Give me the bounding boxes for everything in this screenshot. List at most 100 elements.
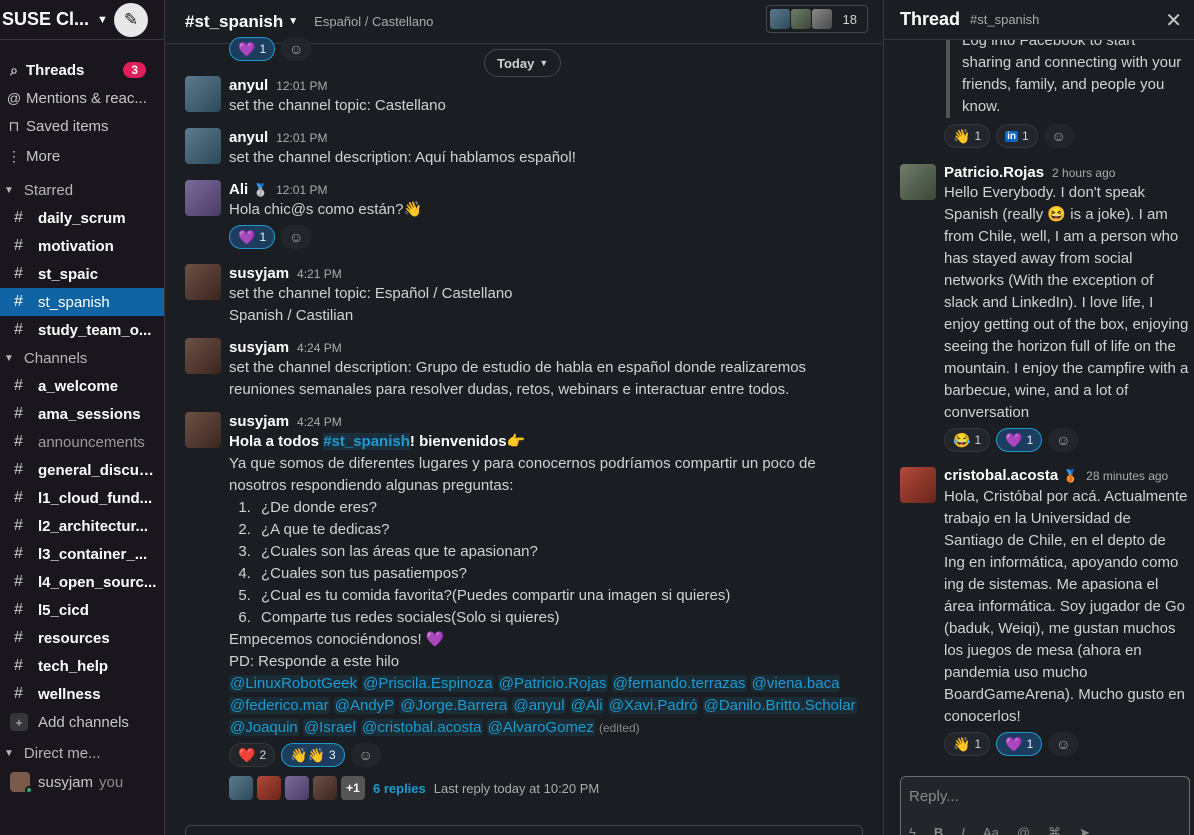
user-name[interactable]: anyul: [229, 77, 268, 94]
close-icon[interactable]: ✕: [1165, 8, 1182, 33]
user-name[interactable]: Ali: [229, 181, 248, 198]
reaction-heart[interactable]: 💜 1: [229, 37, 276, 61]
reply-composer[interactable]: ϟ B I Aa @ ⌘ ➤: [900, 776, 1190, 835]
dm-susyjam[interactable]: susyjam you: [0, 768, 164, 796]
chevron-down-icon[interactable]: ▼: [288, 16, 298, 27]
user-mention[interactable]: @cristobal.acosta: [361, 719, 483, 736]
thread-channel[interactable]: #st_spanish: [970, 12, 1039, 27]
send-icon[interactable]: ➤: [1079, 825, 1090, 835]
timestamp[interactable]: 4:24 PM: [297, 415, 342, 429]
caret-down-icon[interactable]: ▼: [4, 353, 14, 364]
reaction-heart[interactable]: ❤️ 2: [229, 743, 276, 767]
caret-down-icon[interactable]: ▼: [4, 185, 14, 196]
add-reaction-icon[interactable]: ☺: [281, 225, 312, 249]
channel-general-discussion[interactable]: # general_discus...: [0, 456, 164, 484]
italic-icon[interactable]: I: [961, 825, 965, 835]
avatar[interactable]: [185, 412, 221, 448]
channel-tech-help[interactable]: # tech_help: [0, 652, 164, 680]
add-reaction-icon[interactable]: ☺: [350, 743, 381, 767]
reaction-wave[interactable]: 👋👋 3: [281, 743, 345, 767]
chevron-down-icon[interactable]: ▼: [97, 14, 108, 26]
avatar[interactable]: [185, 264, 221, 300]
user-mention[interactable]: @LinuxRobotGeek: [229, 675, 358, 692]
channel-l3-container[interactable]: # l3_container_...: [0, 540, 164, 568]
avatar[interactable]: [185, 180, 221, 216]
user-mention[interactable]: @anyul: [512, 697, 566, 714]
user-mention[interactable]: @AlvaroGomez: [486, 719, 595, 736]
channel-study-team[interactable]: # study_team_o...: [0, 316, 164, 344]
avatar[interactable]: [185, 128, 221, 164]
user-mention[interactable]: @Priscila.Espinoza: [362, 675, 494, 692]
user-name[interactable]: susyjam: [229, 265, 289, 282]
channel-l2-architecture[interactable]: # l2_architectur...: [0, 512, 164, 540]
user-mention[interactable]: @Xavi.Padró: [607, 697, 699, 714]
reaction-wave[interactable]: 👋 1: [944, 732, 991, 756]
timestamp[interactable]: 4:21 PM: [297, 267, 342, 281]
date-divider[interactable]: Today ▼: [484, 49, 562, 77]
message-composer[interactable]: [185, 825, 863, 835]
avatar[interactable]: [900, 467, 936, 503]
timestamp[interactable]: 12:01 PM: [276, 183, 327, 197]
user-mention[interactable]: @viena.baca: [750, 675, 841, 692]
channel-resources[interactable]: # resources: [0, 624, 164, 652]
avatar[interactable]: [185, 338, 221, 374]
members-button[interactable]: 18: [765, 5, 868, 33]
user-name[interactable]: Patricio.Rojas: [944, 164, 1044, 181]
channels-section[interactable]: ▼ Channels: [0, 344, 164, 372]
nav-mentions[interactable]: @ Mentions & reac...: [0, 84, 164, 112]
user-mention[interactable]: @Patricio.Rojas: [497, 675, 608, 692]
nav-saved[interactable]: ⊓ Saved items: [0, 112, 164, 140]
compose-icon[interactable]: ✎: [114, 3, 148, 37]
channel-motivation[interactable]: # motivation: [0, 232, 164, 260]
user-name[interactable]: cristobal.acosta: [944, 467, 1058, 484]
channel-st-spaic[interactable]: # st_spaic: [0, 260, 164, 288]
reaction-heart[interactable]: 💜 1: [229, 225, 276, 249]
channel-daily-scrum[interactable]: # daily_scrum: [0, 204, 164, 232]
timestamp[interactable]: 28 minutes ago: [1086, 469, 1168, 483]
channel-topic[interactable]: Español / Castellano: [314, 14, 433, 29]
add-reaction-icon[interactable]: ☺: [1048, 732, 1079, 756]
add-channels-button[interactable]: + Add channels: [0, 708, 164, 736]
user-name[interactable]: susyjam: [229, 339, 289, 356]
timestamp[interactable]: 12:01 PM: [276, 79, 327, 93]
reaction-heart[interactable]: 💜 1: [996, 428, 1043, 452]
add-reaction-icon[interactable]: ☺: [1048, 428, 1079, 452]
reaction-heart[interactable]: 💜 1: [996, 732, 1043, 756]
add-reaction-icon[interactable]: ☺: [1043, 124, 1074, 148]
lightning-icon[interactable]: ϟ: [909, 825, 916, 835]
starred-section[interactable]: ▼ Starred: [0, 176, 164, 204]
channel-l4-open-source[interactable]: # l4_open_sourc...: [0, 568, 164, 596]
channel-link[interactable]: #st_spanish: [323, 433, 410, 450]
user-name[interactable]: susyjam: [229, 413, 289, 430]
channel-st-spanish[interactable]: # st_spanish: [0, 288, 164, 316]
reaction-linkedin[interactable]: in 1: [996, 124, 1038, 148]
channel-ama-sessions[interactable]: # ama_sessions: [0, 400, 164, 428]
workspace-name[interactable]: SUSE Cl...: [2, 9, 89, 30]
user-mention[interactable]: @Jorge.Barrera: [399, 697, 509, 714]
user-mention[interactable]: @fernando.terrazas: [611, 675, 747, 692]
nav-more[interactable]: ⋮ More: [0, 140, 164, 172]
nav-threads[interactable]: ⌕ Threads 3: [0, 56, 164, 84]
format-icon[interactable]: Aa: [983, 825, 999, 835]
timestamp[interactable]: 2 hours ago: [1052, 166, 1115, 180]
at-icon[interactable]: @: [1017, 825, 1030, 835]
timestamp[interactable]: 12:01 PM: [276, 131, 327, 145]
channel-l1-cloud[interactable]: # l1_cloud_fund...: [0, 484, 164, 512]
timestamp[interactable]: 4:24 PM: [297, 341, 342, 355]
avatar[interactable]: [900, 164, 936, 200]
channel-title[interactable]: #st_spanish: [185, 12, 283, 32]
add-reaction-icon[interactable]: ☺: [281, 37, 312, 61]
workspace-header[interactable]: SUSE Cl... ▼ ✎: [0, 0, 164, 40]
user-name[interactable]: anyul: [229, 129, 268, 146]
user-mention[interactable]: @Joaquin: [229, 719, 299, 736]
channel-wellness[interactable]: # wellness: [0, 680, 164, 708]
thread-summary[interactable]: +1 6 replies Last reply today at 10:20 P…: [229, 776, 599, 800]
user-mention[interactable]: @federico.mar: [229, 697, 330, 714]
bold-icon[interactable]: B: [934, 825, 943, 835]
channel-announcements[interactable]: # announcements: [0, 428, 164, 456]
reply-input[interactable]: [909, 788, 1179, 805]
avatar[interactable]: [185, 76, 221, 112]
attach-icon[interactable]: ⌘: [1048, 825, 1061, 835]
user-mention[interactable]: @Ali: [569, 697, 604, 714]
channel-a-welcome[interactable]: # a_welcome: [0, 372, 164, 400]
